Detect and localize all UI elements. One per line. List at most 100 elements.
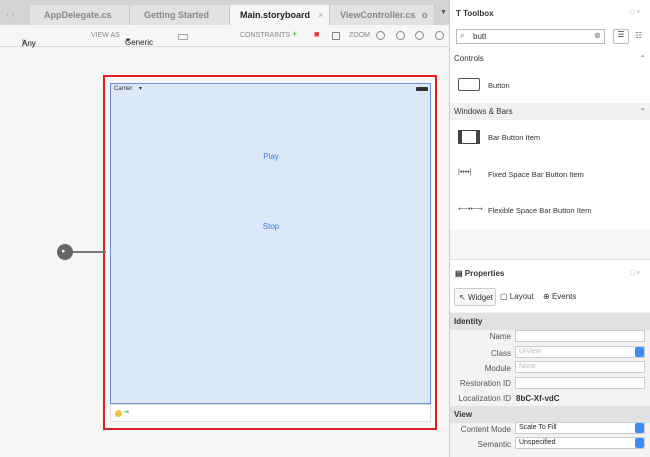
collapse-icon[interactable]: ⌃ (639, 107, 646, 116)
tab-overflow-icon[interactable]: ▼ (440, 9, 447, 16)
view-as-label: VIEW AS (91, 32, 120, 39)
semantic-label: Semantic (477, 440, 511, 449)
constraints-toggle-icon[interactable] (332, 32, 340, 40)
section-controls[interactable]: Controls ⌃ (450, 50, 650, 67)
zoom-fit-icon[interactable] (376, 31, 385, 40)
section-title: View (454, 410, 473, 419)
properties-title: ▤ Properties (455, 269, 505, 278)
module-field[interactable]: None (515, 361, 645, 373)
class-placeholder: UIView (519, 348, 542, 355)
nav-back-forward-icon[interactable]: ‹ › (6, 9, 15, 19)
properties-body: Identity Name Class UIView Module None R… (450, 312, 650, 457)
zoom-out-icon[interactable] (396, 31, 405, 40)
view-header: View (450, 406, 650, 423)
tab-getting-started[interactable]: Getting Started (130, 5, 230, 25)
remove-constraints-icon[interactable]: ■ (314, 29, 319, 39)
tab-appdelegate[interactable]: AppDelegate.cs (30, 5, 130, 25)
tab-viewcontroller[interactable]: ViewController.cs o (330, 5, 435, 25)
close-tab-icon[interactable]: × (318, 10, 323, 20)
toolbox-item-bar-button[interactable]: Bar Button Item (450, 120, 650, 156)
tab-label: ViewController.cs (340, 10, 416, 20)
layout-icon: ▢ (500, 292, 508, 301)
tab-label: Widget (467, 293, 493, 302)
panel-splitter[interactable] (450, 230, 650, 260)
panel-controls-icon[interactable]: □ × (630, 9, 640, 16)
h-value: Any (22, 39, 36, 48)
item-label: Flexible Space Bar Button Item (488, 206, 592, 215)
tab-widget[interactable]: ↖ Widget (454, 288, 496, 306)
tab-label: Getting Started (144, 10, 210, 20)
name-label: Name (489, 332, 511, 341)
exit-icon[interactable]: ⇥ (123, 408, 129, 416)
item-label: Fixed Space Bar Button Item (488, 170, 584, 179)
item-label: Bar Button Item (488, 133, 541, 142)
button-icon (458, 78, 480, 91)
dropdown-icon[interactable] (635, 423, 644, 433)
entry-arrow (73, 251, 106, 253)
tab-label: Events (551, 292, 577, 301)
wifi-icon: ▾ (139, 86, 143, 92)
restoration-label: Restoration ID (459, 379, 511, 388)
localization-value: 8bC-Xf-vdC (516, 394, 560, 403)
content-mode-select[interactable]: Scale To Fill (515, 422, 645, 434)
restoration-field[interactable] (515, 377, 645, 389)
list-view-button[interactable]: ☰ (613, 29, 629, 44)
toolbox-title-text: Toolbox (463, 9, 494, 18)
events-icon: ⊕ (543, 292, 550, 301)
designer-toolbar: w Any h Any VIEW AS Generic ▼ CONSTRAINTS … (0, 25, 449, 48)
class-field[interactable]: UIView (515, 346, 645, 358)
scene-dock: ⇥ (110, 404, 431, 422)
dropdown-icon[interactable] (635, 438, 644, 448)
content-mode-label: Content Mode (460, 425, 511, 434)
section-windows-bars[interactable]: Windows & Bars ⌃ (450, 103, 650, 120)
zoom-label: ZOOM (349, 32, 370, 39)
dropdown-icon[interactable] (635, 347, 644, 357)
collapse-icon[interactable]: ⌃ (639, 54, 646, 63)
properties-title-text: Properties (464, 269, 505, 278)
update-constraints-icon[interactable]: + (292, 29, 297, 39)
search-icon: ⌕ (460, 31, 465, 40)
play-button[interactable]: Play (241, 152, 301, 161)
entry-point-icon[interactable]: ▸ (57, 244, 73, 260)
grid-view-button[interactable]: ☷ (635, 31, 642, 40)
toolbox-title: T Toolbox (456, 9, 494, 18)
section-title: Identity (454, 317, 483, 326)
tab-label: Main.storyboard (240, 10, 311, 20)
identity-header: Identity (450, 313, 650, 330)
tab-events[interactable]: ⊕ Events (543, 292, 576, 301)
toolbox-item-flexible-space[interactable]: ⟵••⟶ Flexible Space Bar Button Item (450, 193, 650, 229)
panel-controls-icon[interactable]: □ × (630, 270, 640, 277)
tab-layout[interactable]: ▢ Layout (500, 292, 534, 301)
semantic-select[interactable]: Unspecified (515, 437, 645, 449)
fixed-space-icon: |••••| (458, 169, 472, 176)
flexible-space-icon: ⟵••⟶ (458, 206, 483, 213)
view-controller-icon[interactable] (115, 410, 122, 417)
section-title: Controls (454, 54, 484, 63)
stop-button[interactable]: Stop (241, 222, 301, 231)
zoom-in-icon[interactable] (415, 31, 424, 40)
tab-label: Layout (509, 292, 534, 301)
name-field[interactable] (515, 330, 645, 342)
section-title: Windows & Bars (454, 107, 513, 116)
toolbox-search[interactable]: ⌕ butt ⊗ (456, 29, 605, 44)
content-mode-value: Scale To Fill (519, 424, 557, 431)
dirty-dot-icon: o (422, 10, 428, 20)
chevron-down-icon: ▼ (125, 38, 131, 44)
tab-main-storyboard[interactable]: Main.storyboard × (230, 5, 330, 25)
search-input[interactable]: butt (473, 32, 486, 41)
constraints-label: CONSTRAINTS (240, 32, 291, 39)
device-view[interactable]: Carrier ▾ Play Stop (110, 83, 431, 404)
orientation-icon[interactable] (178, 34, 188, 40)
zoom-actual-icon[interactable] (435, 31, 444, 40)
cursor-icon: ↖ (459, 293, 466, 302)
module-placeholder: None (519, 363, 536, 370)
tab-label: AppDelegate.cs (44, 10, 112, 20)
toolbox-item-fixed-space[interactable]: |••••| Fixed Space Bar Button Item (450, 157, 650, 193)
localization-label: Localization ID (458, 394, 511, 403)
toolbox-item-button[interactable]: Button (450, 67, 650, 102)
class-label: Class (490, 349, 511, 358)
bar-button-icon (458, 130, 480, 144)
carrier-label: Carrier (114, 86, 133, 92)
item-label: Button (488, 81, 510, 90)
clear-search-icon[interactable]: ⊗ (594, 31, 601, 40)
